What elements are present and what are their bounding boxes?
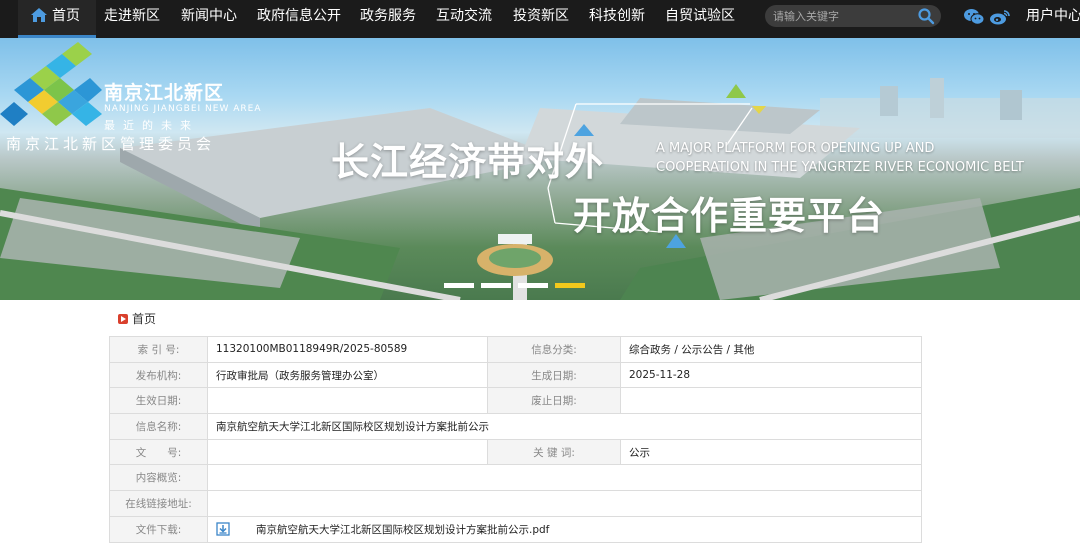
banner-logo-slogan: 最近的未来 [104, 119, 199, 132]
user-center-link[interactable]: 用户中心 [1026, 0, 1080, 32]
index-number-value: 11320100MB0118949R/2025-80589 [207, 336, 488, 363]
content-summary-value [207, 464, 922, 492]
category-value: 综合政务 / 公示公告 / 其他 [620, 336, 922, 363]
nav-item-interaction[interactable]: 互动交流 [436, 0, 492, 38]
info-name-value: 南京航空航天大学江北新区国际校区规划设计方案批前公示 [207, 413, 922, 440]
table-row: 文件下载: 南京航空航天大学江北新区国际校区规划设计方案批前公示.pdf [109, 515, 922, 543]
banner-logo-english: NANJING JIANGBEI NEW AREA [104, 104, 262, 114]
banner-headline-line-2: 开放合作重要平台 [573, 194, 886, 238]
nav-item-about[interactable]: 走进新区 [104, 0, 160, 38]
breadcrumb-home-link[interactable]: 首页 [132, 312, 156, 326]
top-navigation-bar: 首页 走进新区 新闻中心 政府信息公开 政务服务 互动交流 投资新区 科技创新 … [0, 0, 1080, 38]
nav-item-investment[interactable]: 投资新区 [513, 0, 569, 38]
carousel-dot-1[interactable] [444, 283, 474, 288]
expiry-date-value [620, 387, 922, 415]
nav-item-gov-info[interactable]: 政府信息公开 [257, 0, 341, 38]
table-row: 索 引 号: 11320100MB0118949R/2025-80589 信息分… [109, 336, 922, 363]
category-label: 信息分类: [487, 336, 621, 363]
carousel-dot-2[interactable] [481, 283, 511, 288]
document-info-table: 索 引 号: 11320100MB0118949R/2025-80589 信息分… [109, 336, 922, 543]
carousel-dot-4-active[interactable] [555, 283, 585, 288]
banner-organization-name: 南京江北新区管理委员会 [6, 135, 216, 153]
file-download-cell: 南京航空航天大学江北新区国际校区规划设计方案批前公示.pdf [207, 515, 922, 543]
content-summary-label: 内容概览: [109, 464, 208, 492]
effective-date-label: 生效日期: [109, 387, 208, 415]
nav-item-gov-services[interactable]: 政务服务 [360, 0, 416, 38]
banner-subtitle-line-2: COOPERATION IN THE YANGRTZE RIVER ECONOM… [656, 160, 1024, 175]
info-name-label: 信息名称: [109, 413, 208, 440]
download-file-link[interactable]: 南京航空航天大学江北新区国际校区规划设计方案批前公示.pdf [256, 524, 549, 536]
created-date-value: 2025-11-28 [620, 361, 922, 389]
nav-item-innovation[interactable]: 科技创新 [589, 0, 645, 38]
banner-headline-line-1: 长江经济带对外 [331, 140, 605, 184]
keywords-value: 公示 [620, 438, 922, 466]
banner-subtitle-line-1: A MAJOR PLATFORM FOR OPENING UP AND [656, 141, 935, 156]
table-row: 发布机构: 行政审批局（政务服务管理办公室） 生成日期: 2025-11-28 [109, 361, 922, 389]
nav-item-label: 首页 [52, 8, 80, 24]
hero-banner: 南京江北新区 NANJING JIANGBEI NEW AREA 最近的未来 南… [0, 38, 1080, 300]
document-number-label: 文 号: [109, 438, 208, 466]
table-row: 在线链接地址: [109, 490, 922, 517]
keywords-label: 关 键 词: [487, 438, 621, 466]
download-icon[interactable] [216, 522, 230, 536]
nav-item-news[interactable]: 新闻中心 [181, 0, 237, 38]
carousel-dot-3[interactable] [518, 283, 548, 288]
breadcrumb-home-icon [118, 314, 128, 324]
publisher-label: 发布机构: [109, 361, 208, 389]
online-link-value [207, 490, 922, 517]
breadcrumb: 首页 [118, 310, 156, 327]
weibo-icon[interactable] [989, 8, 1011, 26]
search-box [765, 5, 941, 27]
banner-logo-title: 南京江北新区 [104, 82, 225, 104]
home-icon [31, 8, 47, 22]
search-input[interactable] [773, 7, 908, 25]
table-row: 内容概览: [109, 464, 922, 492]
effective-date-value [207, 387, 488, 415]
created-date-label: 生成日期: [487, 361, 621, 389]
expiry-date-label: 废止日期: [487, 387, 621, 415]
file-download-label: 文件下载: [109, 515, 208, 543]
jiangbei-logo-icon [0, 42, 102, 126]
table-row: 信息名称: 南京航空航天大学江北新区国际校区规划设计方案批前公示 [109, 413, 922, 440]
nav-item-free-trade-zone[interactable]: 自贸试验区 [665, 0, 735, 38]
wechat-icon[interactable] [963, 8, 985, 26]
publisher-value: 行政审批局（政务服务管理办公室） [207, 361, 488, 389]
online-link-label: 在线链接地址: [109, 490, 208, 517]
table-row: 文 号: 关 键 词: 公示 [109, 438, 922, 466]
search-icon[interactable] [917, 7, 935, 25]
nav-item-home[interactable]: 首页 [18, 0, 96, 38]
index-number-label: 索 引 号: [109, 336, 208, 363]
table-row: 生效日期: 废止日期: [109, 387, 922, 415]
document-number-value [207, 438, 488, 466]
